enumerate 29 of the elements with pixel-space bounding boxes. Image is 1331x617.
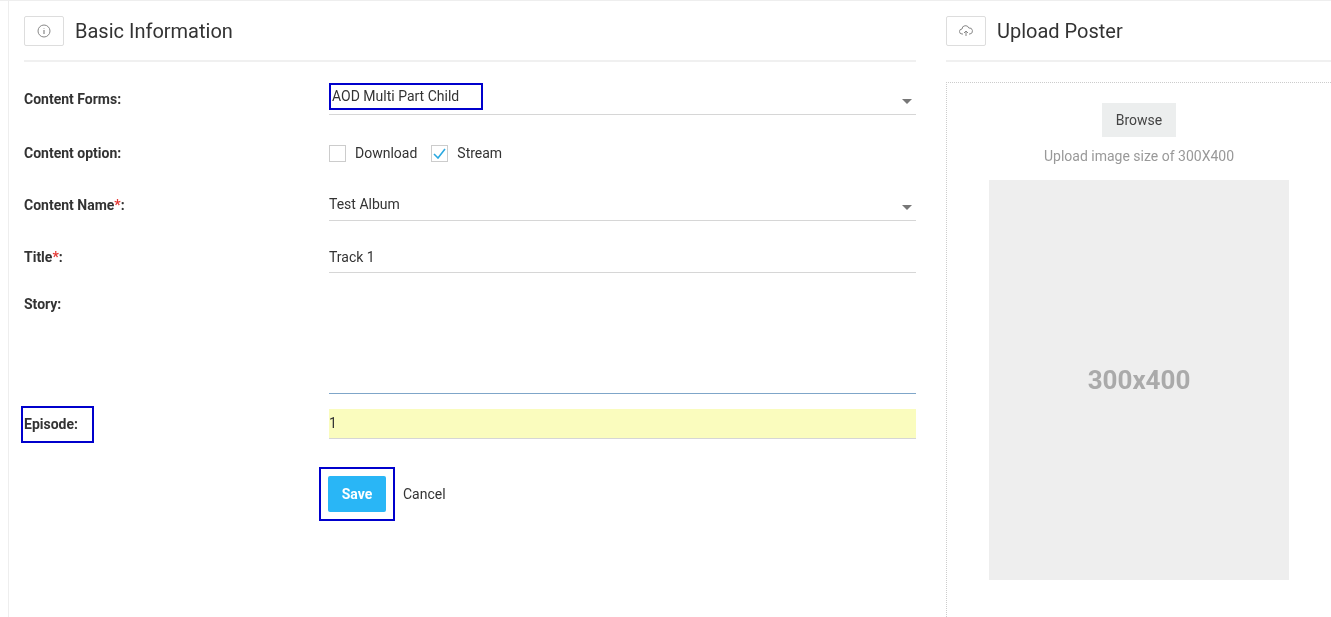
text-field[interactable]: Track 1 bbox=[329, 242, 916, 273]
placeholder-size-text: 300x400 bbox=[1087, 363, 1191, 397]
select-value: AOD Multi Part Child bbox=[332, 87, 460, 106]
cloud-upload-icon bbox=[959, 25, 973, 37]
field-value: 1 bbox=[329, 414, 337, 433]
dropdown-caret-icon bbox=[902, 204, 912, 211]
select-field[interactable]: Test Album bbox=[329, 189, 916, 221]
dropdown-caret-icon bbox=[902, 98, 912, 105]
field-value: Track 1 bbox=[329, 247, 375, 267]
select-field[interactable]: AOD Multi Part Child bbox=[329, 83, 916, 115]
select-value: Test Album bbox=[329, 195, 400, 214]
upload-hint: Upload image size of 300X400 bbox=[1043, 147, 1234, 166]
field-label: Content Forms: bbox=[24, 89, 122, 109]
field-label: Story: bbox=[24, 295, 62, 314]
section-title: Upload Poster bbox=[997, 18, 1123, 45]
field-label: Episode: bbox=[24, 414, 78, 434]
info-icon bbox=[37, 24, 51, 38]
section-title: Basic Information bbox=[75, 18, 233, 45]
checkbox-label: Stream bbox=[457, 143, 503, 163]
checkbox[interactable] bbox=[329, 144, 346, 162]
checkbox-label: Download bbox=[355, 143, 418, 163]
text-field[interactable]: 1 bbox=[329, 409, 916, 439]
cancel-link[interactable]: Cancel bbox=[403, 483, 446, 505]
browse-button[interactable]: Browse bbox=[1102, 103, 1176, 137]
checkbox[interactable] bbox=[431, 144, 449, 162]
check-icon bbox=[433, 147, 447, 159]
field-label: Content Name*: bbox=[24, 195, 125, 215]
field-label: Content option: bbox=[24, 143, 122, 163]
field-label: Title*: bbox=[24, 248, 63, 267]
